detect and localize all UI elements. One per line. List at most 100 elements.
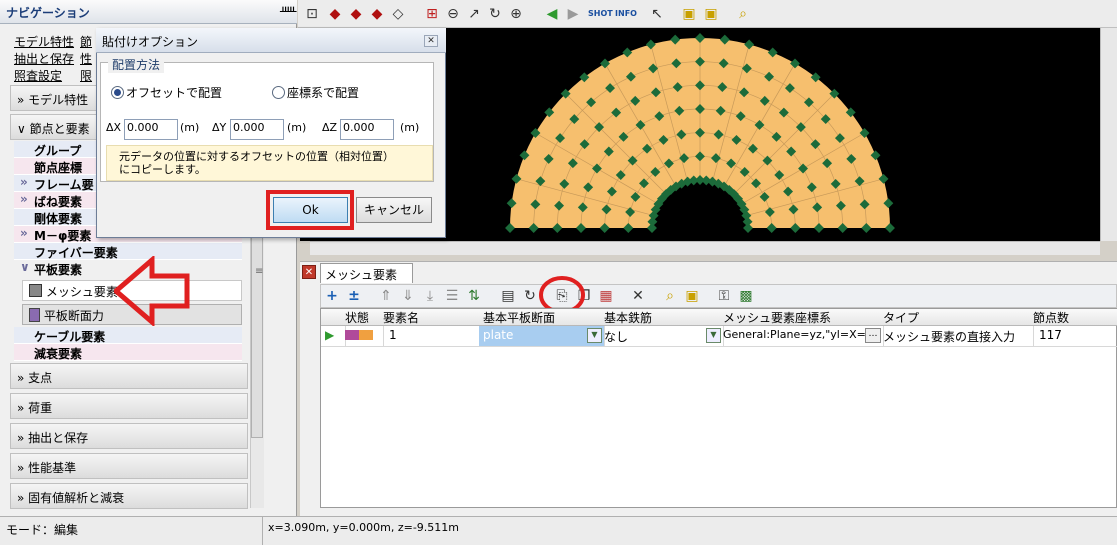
chevron-right-icon: » bbox=[17, 491, 29, 505]
section-extract-save[interactable]: » 抽出と保存 bbox=[10, 423, 248, 449]
radio-offset-label[interactable]: オフセットで配置 bbox=[126, 84, 222, 101]
menu-link-model[interactable]: モデル特性 bbox=[14, 33, 74, 50]
chevron-right-icon: » bbox=[20, 175, 28, 189]
search-icon[interactable]: ⌕ bbox=[734, 5, 752, 23]
move-down-icon[interactable]: ⇓ bbox=[399, 287, 417, 305]
delete-icon[interactable]: ✕ bbox=[629, 287, 647, 305]
dialog-close-icon[interactable]: ✕ bbox=[424, 35, 438, 47]
viewport-vscrollbar[interactable] bbox=[1100, 28, 1117, 241]
splitter-grip-icon[interactable]: ≡ bbox=[255, 266, 263, 277]
col-header-status[interactable]: 状態 bbox=[341, 309, 384, 326]
offset-x-label: ΔX bbox=[106, 121, 122, 134]
pointer-icon[interactable]: ↖ bbox=[648, 5, 666, 23]
status-coords: x=3.090m, y=0.000m, z=-9.511m bbox=[268, 521, 460, 534]
lock-icon[interactable]: ▣ bbox=[683, 287, 701, 305]
zoom-out-icon[interactable]: ⊖ bbox=[444, 5, 462, 23]
cell-coord[interactable]: General:Plane=yz,"yl=X=0.( … bbox=[719, 326, 884, 347]
offset-z-label: ΔZ bbox=[322, 121, 338, 134]
cube-front-icon[interactable]: ◆ bbox=[347, 5, 365, 23]
mesh-toolbar: + ± ⇑ ⇓ ⤓ ☰ ⇅ ▤ ↻ ⎘ ❐ ▦ ✕ ⌕ ▣ ⚿ ▩ bbox=[320, 284, 1117, 308]
red-highlight-box bbox=[266, 190, 354, 230]
rotate-icon[interactable]: ↻ bbox=[486, 5, 504, 23]
section-loads[interactable]: » 荷重 bbox=[10, 393, 248, 419]
key-icon[interactable]: ⚿ bbox=[715, 287, 733, 305]
col-header-section[interactable]: 基本平板断面 bbox=[479, 309, 605, 326]
radio-coord-label[interactable]: 座標系で配置 bbox=[287, 84, 359, 101]
plate-force-icon bbox=[29, 308, 40, 322]
close-icon[interactable]: ✕ bbox=[302, 265, 316, 279]
menu-link-limit[interactable]: 限 bbox=[80, 67, 92, 84]
select-rect-icon[interactable]: ▣ bbox=[680, 5, 698, 23]
offset-x-input[interactable]: 0.000 bbox=[124, 119, 178, 140]
select-move-icon[interactable]: ▣ bbox=[702, 5, 720, 23]
section-performance[interactable]: » 性能基準 bbox=[10, 453, 248, 479]
fit-icon[interactable]: ⊕ bbox=[507, 5, 525, 23]
cancel-button[interactable]: キャンセル bbox=[356, 197, 432, 223]
tab-mesh-element[interactable]: メッシュ要素 ✕ bbox=[320, 263, 413, 299]
offset-z-unit: (m) bbox=[400, 121, 420, 134]
status-divider bbox=[262, 517, 263, 545]
chevron-right-icon: » bbox=[17, 93, 29, 107]
status-swatch bbox=[341, 326, 384, 347]
back-icon[interactable]: ◀ bbox=[543, 5, 561, 23]
cube-icon bbox=[29, 284, 42, 297]
navigation-title: ナビゲーション bbox=[0, 0, 297, 24]
status-bar: モード：編集 x=3.090m, y=0.000m, z=-9.511m bbox=[0, 516, 1117, 545]
move-up-icon[interactable]: ⇑ bbox=[377, 287, 395, 305]
chevron-right-icon: » bbox=[17, 371, 29, 385]
menu-link-node[interactable]: 節 bbox=[80, 33, 92, 50]
offset-y-label: ΔY bbox=[212, 121, 227, 134]
col-header-nodes[interactable]: 節点数 bbox=[1029, 309, 1117, 326]
info-icon[interactable]: INFO bbox=[614, 5, 638, 23]
cube-side-icon[interactable]: ◆ bbox=[368, 5, 386, 23]
cube-wire-icon[interactable]: ◇ bbox=[389, 5, 407, 23]
offset-z-input[interactable]: 0.000 bbox=[340, 119, 394, 140]
viewport-hscrollbar[interactable] bbox=[310, 241, 1100, 255]
placement-group-label: 配置方法 bbox=[108, 56, 165, 73]
offset-y-unit: (m) bbox=[287, 121, 307, 134]
pin-icon[interactable]: ᚊ bbox=[280, 4, 296, 18]
col-header-coord[interactable]: メッシュ要素座標系 bbox=[719, 309, 884, 326]
cell-type: メッシュ要素の直接入力 bbox=[879, 326, 1034, 347]
import-icon[interactable]: ▤ bbox=[499, 287, 517, 305]
shot-icon[interactable]: SHOT bbox=[588, 5, 613, 23]
radio-coord[interactable] bbox=[272, 86, 285, 99]
zoom-window-icon[interactable]: ⊞ bbox=[423, 5, 441, 23]
nav-item-damping[interactable]: 減衰要素 bbox=[14, 344, 242, 361]
col-header-name[interactable]: 要素名 bbox=[379, 309, 484, 326]
table-icon[interactable]: ▦ bbox=[597, 287, 615, 305]
forward-icon[interactable]: ▶ bbox=[564, 5, 582, 23]
pan-icon[interactable]: ↗ bbox=[465, 5, 483, 23]
col-header-type[interactable]: タイプ bbox=[879, 309, 1034, 326]
cell-name[interactable]: 1 bbox=[379, 326, 490, 347]
section-supports[interactable]: » 支点 bbox=[10, 363, 248, 389]
dialog-title: 貼付けオプション bbox=[96, 28, 446, 53]
cube-view-icon[interactable]: ◆ bbox=[326, 5, 344, 23]
col-header-rebar[interactable]: 基本鉄筋 bbox=[600, 309, 724, 326]
cell-section-select[interactable]: plate ▼ bbox=[479, 326, 605, 347]
offset-x-unit: (m) bbox=[180, 121, 200, 134]
cell-nodes: 117 bbox=[1029, 326, 1117, 347]
nav-item-cable[interactable]: ケーブル要素 bbox=[14, 327, 242, 344]
placement-note: 元データの位置に対するオフセットの位置（相対位置） にコピーします。 bbox=[106, 145, 433, 181]
menu-link-check[interactable]: 照査設定 bbox=[14, 67, 62, 84]
offset-y-input[interactable]: 0.000 bbox=[230, 119, 284, 140]
export-icon[interactable]: ▩ bbox=[737, 287, 755, 305]
main-toolbar: ⊡ ◆ ◆ ◆ ◇ ⊞ ⊖ ↗ ↻ ⊕ ◀ ▶ SHOT INFO ↖ ▣ ▣ … bbox=[298, 0, 1117, 28]
sort-icon[interactable]: ⇅ bbox=[465, 287, 483, 305]
menu-link-perf[interactable]: 性 bbox=[80, 50, 92, 67]
insert-icon[interactable]: ± bbox=[345, 287, 363, 305]
radio-offset[interactable] bbox=[111, 86, 124, 99]
mesh-element-grid: 状態 要素名 基本平板断面 基本鉄筋 メッシュ要素座標系 タイプ 節点数 ▶ 1… bbox=[320, 308, 1117, 508]
add-icon[interactable]: + bbox=[323, 287, 341, 305]
chevron-down-icon: ∨ bbox=[17, 122, 30, 136]
chevron-right-icon: » bbox=[17, 431, 29, 445]
list-icon[interactable]: ☰ bbox=[443, 287, 461, 305]
section-eigenvalue[interactable]: » 固有値解析と減衰 bbox=[10, 483, 248, 509]
move-bottom-icon[interactable]: ⤓ bbox=[421, 287, 439, 305]
chevron-right-icon: » bbox=[20, 226, 28, 240]
find-icon[interactable]: ⌕ bbox=[661, 287, 679, 305]
cell-rebar-select[interactable]: なし ▼ bbox=[600, 326, 724, 347]
menu-link-extract[interactable]: 抽出と保存 bbox=[14, 50, 74, 67]
select-icon[interactable]: ⊡ bbox=[303, 5, 321, 23]
